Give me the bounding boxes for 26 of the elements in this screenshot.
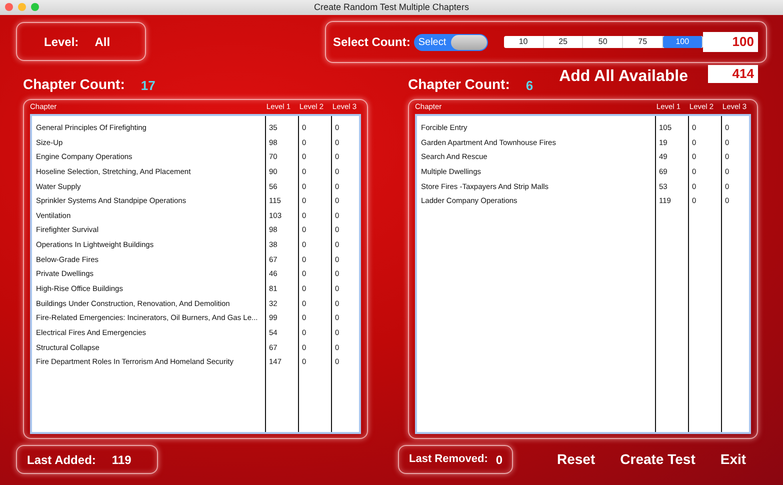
count-option[interactable]: 25	[544, 36, 584, 48]
chapter-count-label: Chapter Count:	[23, 75, 125, 94]
level-label: Level:	[44, 34, 79, 50]
chapter-count-value: 6	[526, 76, 534, 94]
chapter-count-value: 17	[140, 76, 156, 94]
add-all-value: 414	[708, 65, 758, 83]
add-all-button[interactable]: Add All Available	[559, 65, 688, 89]
minimize-window-icon[interactable]	[18, 3, 26, 11]
select-count-label: Select Count:	[333, 34, 410, 51]
zoom-window-icon[interactable]	[31, 3, 39, 11]
last-removed-label: Last Removed:	[409, 452, 488, 468]
action-button[interactable]: Create Test	[620, 449, 696, 470]
count-option[interactable]: 50	[583, 36, 624, 48]
count-value-field[interactable]: 100	[702, 32, 758, 52]
level-value: All	[94, 34, 110, 50]
action-button[interactable]: Exit	[720, 449, 746, 470]
last-added-value: 119	[112, 452, 132, 468]
chapter-count-label: Chapter Count:	[408, 75, 510, 94]
count-option[interactable]: 10	[504, 36, 544, 48]
select-switch[interactable]: Select	[414, 34, 488, 50]
window-title: Create Random Test Multiple Chapters	[314, 2, 469, 12]
close-window-icon[interactable]	[5, 3, 13, 11]
count-option[interactable]: 100	[663, 36, 703, 48]
last-added-label: Last Added:	[27, 452, 96, 468]
action-button[interactable]: Reset	[557, 449, 596, 470]
last-removed-value: 0	[496, 452, 503, 468]
